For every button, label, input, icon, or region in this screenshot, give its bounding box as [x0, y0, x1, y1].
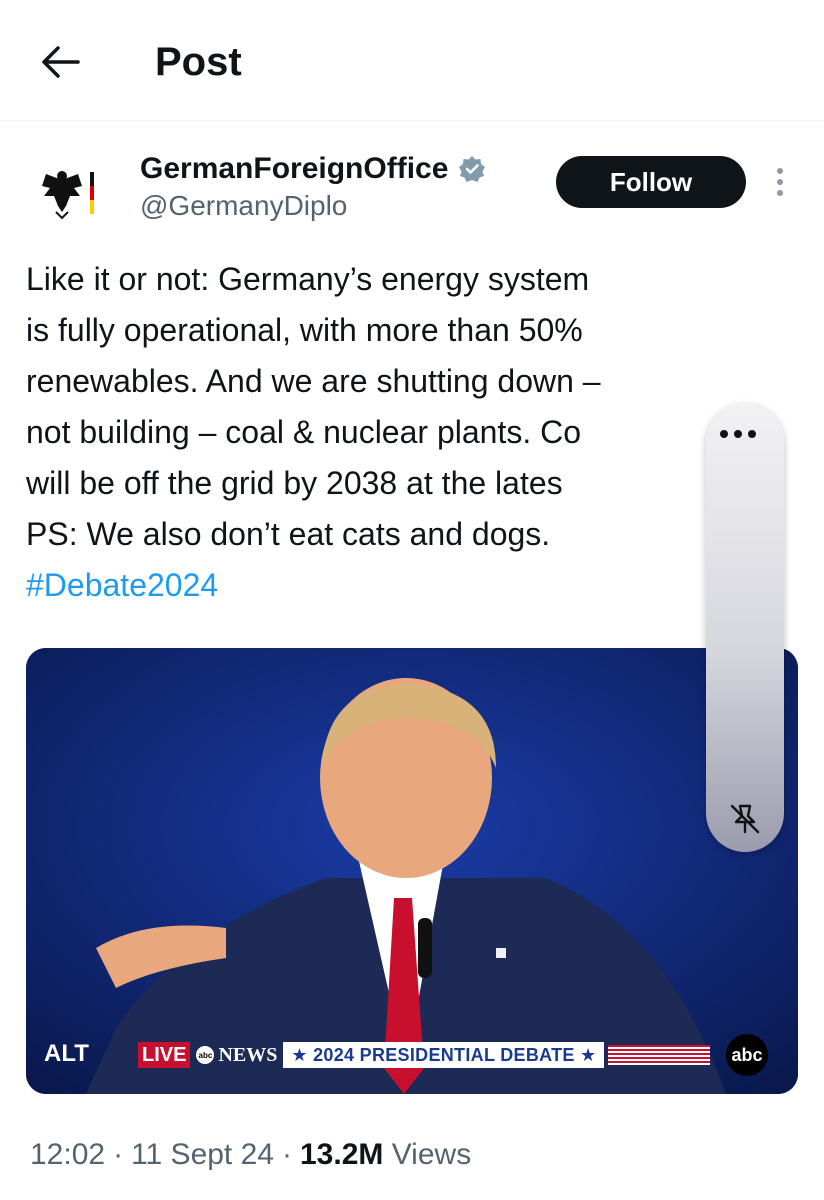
post-text-line: PS: We also don’t eat cats and dogs.: [26, 516, 551, 552]
live-label: LIVE: [138, 1042, 191, 1068]
post-text-line: Like it or not: Germany’s energy system: [26, 261, 590, 297]
post-text-line: not building – coal & nuclear plants. Co: [26, 414, 582, 450]
display-name[interactable]: GermanForeignOffice: [140, 152, 448, 186]
post-text-line: is fully operational, with more than 50%: [26, 312, 583, 348]
ticker-headline: ★ 2024 PRESIDENTIAL DEBATE ★: [283, 1042, 605, 1068]
hashtag-link[interactable]: #Debate2024: [26, 560, 746, 611]
abc-news-logo-icon: abc: [196, 1046, 215, 1064]
post-text: Like it or not: Germany’s energy system …: [26, 254, 746, 611]
post-meta: 12:02 · 11 Sept 24 · 13.2M Views: [30, 1138, 471, 1172]
verified-badge-icon: [459, 156, 486, 182]
follow-button[interactable]: Follow: [556, 156, 746, 208]
handle[interactable]: @GermanyDiplo: [140, 190, 347, 222]
meta-separator: ·: [281, 1138, 292, 1171]
more-horizontal-icon[interactable]: [720, 430, 756, 438]
news-ticker: LIVE abc NEWS ★ 2024 PRESIDENTIAL DEBATE…: [138, 1042, 711, 1068]
page-title: Post: [155, 40, 242, 84]
floating-panel[interactable]: [706, 404, 784, 852]
avatar[interactable]: [36, 162, 100, 226]
post-text-line: renewables. And we are shutting down –: [26, 363, 601, 399]
pin-off-icon[interactable]: [726, 800, 764, 838]
news-text: NEWS: [218, 1043, 278, 1066]
alt-badge[interactable]: ALT: [44, 1040, 89, 1068]
views[interactable]: 13.2M Views: [300, 1138, 471, 1172]
abc-logo: abc: [726, 1034, 768, 1076]
back-button[interactable]: [38, 40, 82, 84]
name-row: GermanForeignOffice: [140, 152, 486, 186]
views-label: Views: [391, 1138, 472, 1171]
post-video[interactable]: [26, 648, 798, 1094]
eagle-logo-icon: [42, 171, 94, 220]
post-date[interactable]: 11 Sept 24: [131, 1138, 274, 1172]
views-count: 13.2M: [299, 1138, 384, 1171]
arrow-left-icon: [42, 46, 80, 78]
post-time[interactable]: 12:02: [30, 1138, 105, 1172]
video-frame: [26, 648, 798, 1094]
post-text-line: will be off the grid by 2038 at the late…: [26, 465, 563, 501]
top-bar: Post: [0, 0, 824, 121]
news-label: abc NEWS: [190, 1044, 283, 1067]
meta-separator: ·: [113, 1138, 124, 1171]
more-vertical-icon[interactable]: [768, 160, 792, 204]
post-author: GermanForeignOffice @GermanyDiplo Follow: [0, 140, 824, 230]
flag-stripes: [608, 1045, 711, 1065]
